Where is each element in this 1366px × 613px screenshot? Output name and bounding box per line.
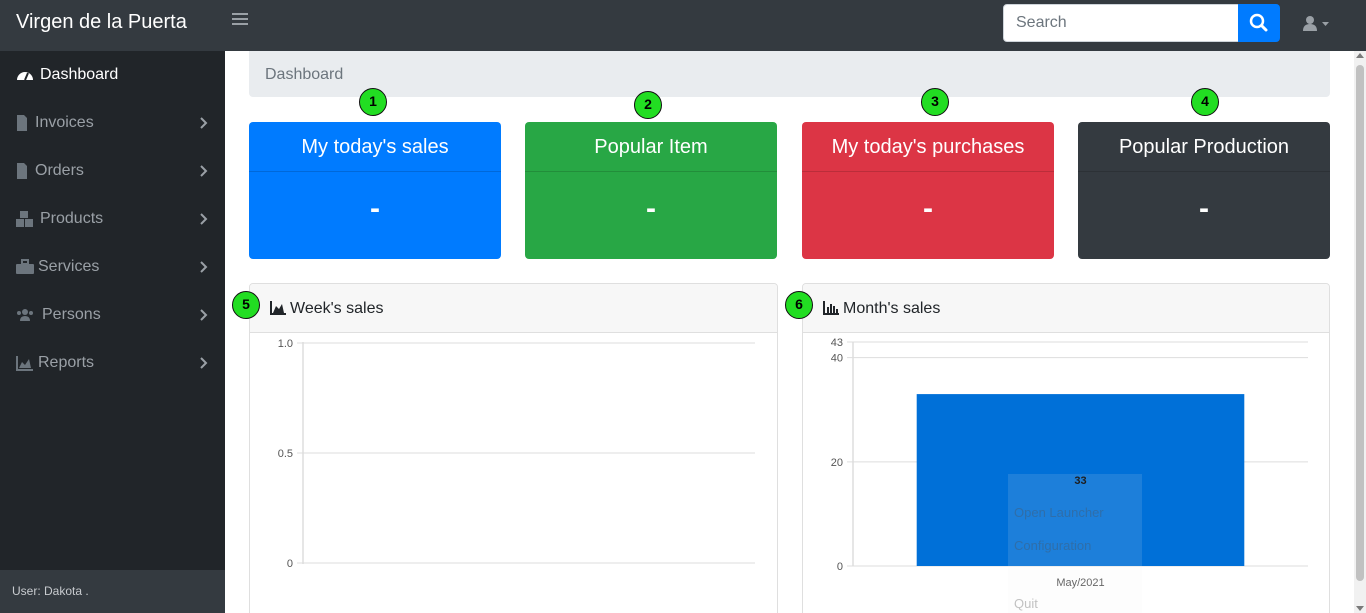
search-input[interactable] <box>1003 4 1239 42</box>
chevron-right-icon <box>200 165 208 177</box>
sidebar: Dashboard Invoices Orders Products Servi… <box>0 51 225 613</box>
current-user-label: User: Dakota . <box>12 584 89 598</box>
chevron-right-icon <box>200 357 208 369</box>
panel-header: Month's sales <box>803 284 1329 333</box>
panel-header: Week's sales <box>250 284 777 333</box>
scroll-down-icon[interactable] <box>1356 606 1364 611</box>
card-header: Popular Item <box>525 122 777 172</box>
card-value: - <box>923 192 933 225</box>
menu-toggle-icon[interactable] <box>232 13 248 29</box>
search-button[interactable] <box>1238 4 1280 42</box>
chevron-right-icon <box>200 309 208 321</box>
y-tick-label: 1.0 <box>278 338 293 350</box>
sidebar-item-label: Orders <box>35 162 84 179</box>
card-title: My today's purchases <box>831 136 1025 158</box>
sidebar-item-dashboard[interactable]: Dashboard <box>0 51 225 99</box>
sidebar-item-reports[interactable]: Reports <box>0 339 225 387</box>
number-badge: 3 <box>921 88 949 116</box>
context-menu-overlay[interactable]: Open Launcher Configuration Quit <box>1008 474 1142 613</box>
app-title[interactable]: Virgen de la Puerta <box>16 11 187 34</box>
card-header: Popular Production <box>1078 122 1330 172</box>
sidebar-item-orders[interactable]: Orders <box>0 147 225 195</box>
panel-title: Month's sales <box>843 300 941 317</box>
number-badge: 5 <box>232 291 260 319</box>
toolbox-icon <box>16 259 34 274</box>
y-tick-label: 0 <box>837 561 843 573</box>
panel-title: Week's sales <box>290 300 384 317</box>
scroll-up-icon[interactable] <box>1356 53 1364 58</box>
card-title: My today's sales <box>301 136 449 158</box>
week-sales-panel: Week's sales 1.0 0.5 0 <box>249 283 778 613</box>
week-sales-chart: 1.0 0.5 0 <box>278 338 755 570</box>
area-chart-icon <box>16 356 33 371</box>
users-icon <box>17 309 33 321</box>
boxes-icon <box>16 211 33 227</box>
y-tick-label: 40 <box>831 353 843 365</box>
search-icon <box>1249 13 1268 32</box>
tachometer-icon <box>17 72 33 81</box>
breadcrumb: Dashboard <box>249 51 1330 97</box>
sidebar-item-label: Dashboard <box>40 66 119 83</box>
card-popular-production[interactable]: Popular Production - <box>1078 122 1330 259</box>
card-title: Popular Item <box>594 136 708 158</box>
card-popular-item[interactable]: Popular Item - <box>525 122 777 259</box>
breadcrumb-current: Dashboard <box>265 66 344 83</box>
sidebar-item-label: Services <box>38 258 100 275</box>
caret-down-icon <box>1322 22 1329 26</box>
sidebar-footer: User: Dakota . <box>0 570 225 613</box>
top-navbar: Virgen de la Puerta <box>0 0 1366 51</box>
card-value: - <box>370 192 380 225</box>
card-today-purchases[interactable]: My today's purchases - <box>802 122 1054 259</box>
bar-chart-icon <box>823 301 839 315</box>
chevron-right-icon <box>200 213 208 225</box>
y-tick-label: 20 <box>831 457 843 469</box>
card-today-sales[interactable]: My today's sales - <box>249 122 501 259</box>
context-menu-item[interactable]: Quit <box>1014 596 1038 611</box>
sidebar-item-label: Invoices <box>35 114 94 131</box>
y-tick-label: 43 <box>831 337 843 349</box>
number-badge: 1 <box>359 88 387 116</box>
scrollbar-thumb[interactable] <box>1356 65 1364 581</box>
card-value: - <box>646 192 656 225</box>
card-header: My today's sales <box>249 122 501 172</box>
number-badge: 2 <box>634 91 662 119</box>
y-tick-label: 0.5 <box>278 448 293 460</box>
context-menu-item[interactable]: Configuration <box>1014 538 1091 553</box>
card-title: Popular Production <box>1118 136 1290 158</box>
sidebar-item-label: Reports <box>38 354 95 371</box>
sidebar-item-products[interactable]: Products <box>0 195 225 243</box>
sidebar-item-services[interactable]: Services <box>0 243 225 291</box>
chevron-right-icon <box>200 117 208 129</box>
sidebar-item-invoices[interactable]: Invoices <box>0 99 225 147</box>
sidebar-item-persons[interactable]: Persons <box>0 291 225 339</box>
number-badge: 4 <box>1191 88 1219 116</box>
card-value: - <box>1199 192 1209 225</box>
sidebar-item-label: Persons <box>42 306 101 323</box>
context-menu-item[interactable]: Open Launcher <box>1014 505 1104 520</box>
order-icon <box>17 163 27 179</box>
user-menu-button[interactable] <box>1301 13 1331 35</box>
page-scrollbar[interactable] <box>1354 51 1366 613</box>
sidebar-item-label: Products <box>40 210 104 227</box>
y-tick-label: 0 <box>287 558 293 570</box>
area-chart-icon <box>270 301 286 315</box>
card-header: My today's purchases <box>802 122 1054 172</box>
number-badge: 6 <box>785 291 813 319</box>
invoice-icon <box>17 115 27 131</box>
user-icon <box>1303 16 1329 31</box>
chevron-right-icon <box>200 261 208 273</box>
